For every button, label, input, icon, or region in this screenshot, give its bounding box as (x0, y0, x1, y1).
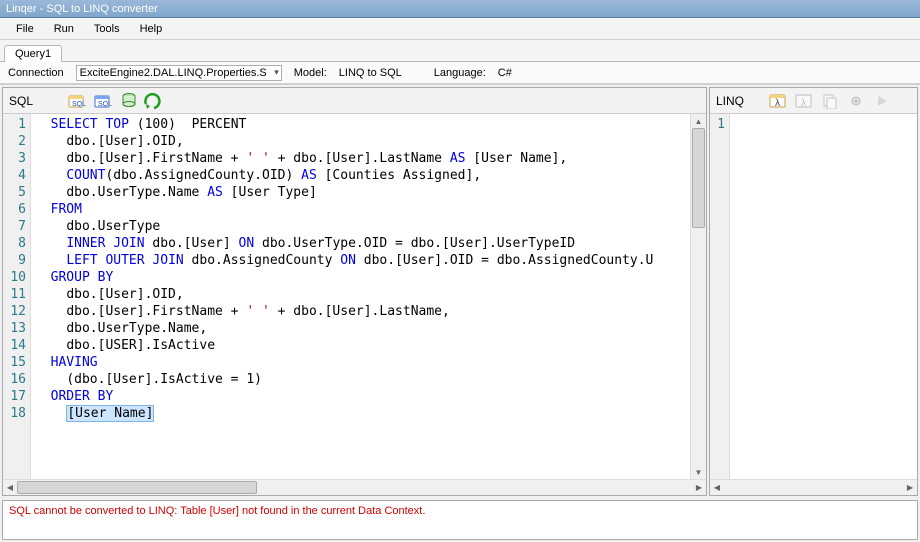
tab-query1[interactable]: Query1 (4, 45, 62, 62)
menu-help[interactable]: Help (132, 21, 171, 37)
window-titlebar: Linqer - SQL to LINQ converter (0, 0, 920, 18)
run-arrow-icon[interactable] (143, 90, 167, 112)
sql-pane: SQL SQL SQL 123456789101112131415161718 … (2, 87, 707, 496)
sql-code-area[interactable]: SELECT TOP (100) PERCENT dbo.[User].OID,… (31, 114, 690, 479)
database-icon[interactable] (117, 90, 141, 112)
scroll-down-icon[interactable]: ▼ (691, 465, 706, 479)
language-label: Language: (434, 67, 486, 79)
scroll-thumb-h[interactable] (17, 481, 257, 494)
model-value: LINQ to SQL (339, 67, 402, 79)
copy-icon[interactable] (818, 90, 842, 112)
tab-strip: Query1 (0, 40, 920, 62)
scroll-right-icon[interactable]: ▶ (903, 480, 917, 495)
menu-tools[interactable]: Tools (86, 21, 128, 37)
sql-toolbar: SQL SQL SQL (3, 88, 706, 114)
sql-open-icon[interactable]: SQL (65, 90, 89, 112)
lambda-save-icon[interactable]: λ (792, 90, 816, 112)
editor-panes: SQL SQL SQL 123456789101112131415161718 … (0, 84, 920, 496)
model-label: Model: (294, 67, 327, 79)
scroll-up-icon[interactable]: ▲ (691, 114, 706, 128)
play-icon[interactable] (870, 90, 894, 112)
scroll-left-icon[interactable]: ◀ (3, 480, 17, 495)
sql-editor[interactable]: 123456789101112131415161718 SELECT TOP (… (3, 114, 706, 479)
menu-run[interactable]: Run (46, 21, 82, 37)
linq-editor[interactable]: 1 (710, 114, 917, 479)
connection-dropdown[interactable]: ExciteEngine2.DAL.LINQ.Properties.S (76, 65, 282, 81)
linq-pane: LINQ λ λ 1 ◀ ▶ (709, 87, 918, 496)
language-value: C# (498, 67, 512, 79)
linq-toolbar: LINQ λ λ (710, 88, 917, 114)
linq-horizontal-scrollbar[interactable]: ◀ ▶ (710, 479, 917, 495)
sql-horizontal-scrollbar[interactable]: ◀ ▶ (3, 479, 706, 495)
linq-gutter: 1 (710, 114, 730, 479)
scroll-left-icon[interactable]: ◀ (710, 480, 724, 495)
gear-icon[interactable] (844, 90, 868, 112)
sql-save-icon[interactable]: SQL (91, 90, 115, 112)
svg-text:SQL: SQL (72, 101, 86, 108)
menubar: File Run Tools Help (0, 18, 920, 40)
error-panel: SQL cannot be converted to LINQ: Table [… (2, 500, 918, 540)
scroll-right-icon[interactable]: ▶ (692, 480, 706, 495)
options-bar: Connection ExciteEngine2.DAL.LINQ.Proper… (0, 62, 920, 84)
svg-text:λ: λ (801, 98, 806, 109)
connection-label: Connection (8, 67, 64, 79)
svg-text:SQL: SQL (98, 101, 112, 108)
sql-vertical-scrollbar[interactable]: ▲ ▼ (690, 114, 706, 479)
menu-file[interactable]: File (8, 21, 42, 37)
sql-pane-label: SQL (7, 94, 35, 108)
lambda-open-icon[interactable]: λ (766, 90, 790, 112)
svg-text:λ: λ (775, 98, 780, 109)
error-message: SQL cannot be converted to LINQ: Table [… (9, 505, 911, 517)
scroll-thumb[interactable] (692, 128, 705, 228)
linq-code-area[interactable] (730, 114, 917, 479)
sql-gutter: 123456789101112131415161718 (3, 114, 31, 479)
linq-pane-label: LINQ (714, 94, 746, 108)
